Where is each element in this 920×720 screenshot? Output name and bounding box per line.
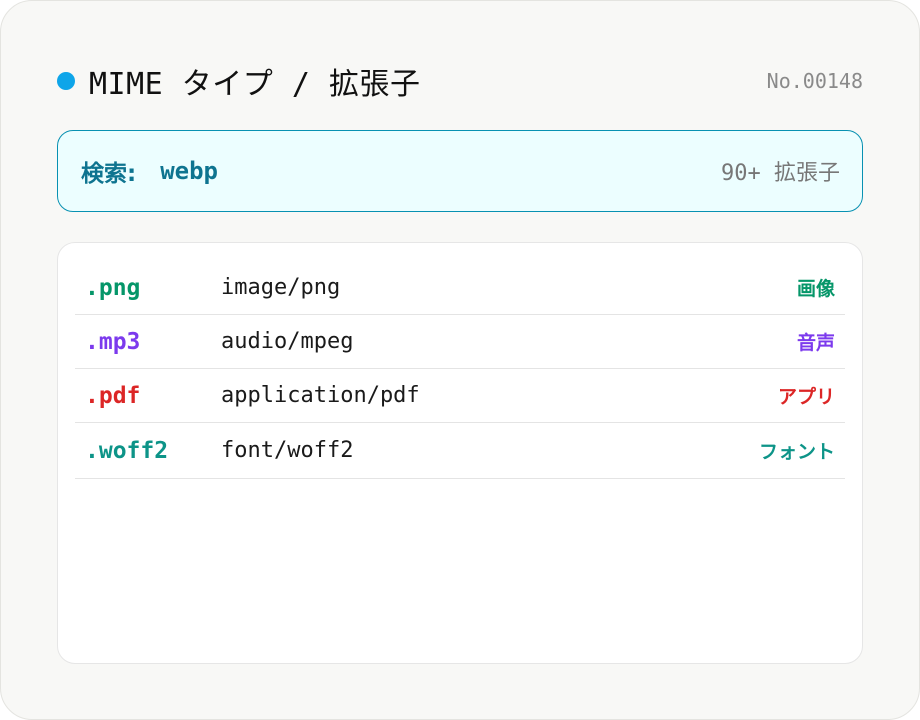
mime-type: audio/mpeg	[221, 329, 354, 354]
status-dot-icon	[57, 72, 75, 90]
mime-type: font/woff2	[221, 438, 354, 463]
mime-type: application/pdf	[221, 383, 420, 408]
list-item[interactable]: .pdf application/pdf アプリ	[75, 369, 845, 423]
results-panel: .png image/png 画像 .mp3 audio/mpeg 音声 .pd…	[57, 242, 863, 664]
search-label: 検索:	[81, 161, 137, 187]
category-badge: フォント	[758, 441, 835, 463]
title-wrap: MIME タイプ / 拡張子	[57, 59, 421, 103]
extension: .mp3	[85, 328, 141, 355]
extension: .woff2	[85, 437, 169, 464]
list-item[interactable]: .woff2 font/woff2 フォント	[75, 423, 845, 479]
category-badge: 音声	[796, 332, 835, 354]
list-item[interactable]: .mp3 audio/mpeg 音声	[75, 315, 845, 369]
category-badge: アプリ	[777, 386, 835, 408]
results-list: .png image/png 画像 .mp3 audio/mpeg 音声 .pd…	[75, 261, 845, 479]
page-title: MIME タイプ / 拡張子	[89, 67, 421, 102]
extension: .pdf	[85, 382, 141, 409]
category-badge: 画像	[796, 278, 835, 300]
search-box[interactable]: 検索: 90+ 拡張子	[57, 130, 863, 212]
mime-type: image/png	[221, 275, 341, 300]
extension-count: 90+ 拡張子	[721, 161, 840, 186]
search-input[interactable]	[160, 157, 461, 185]
header: MIME タイプ / 拡張子 No.00148	[57, 59, 863, 103]
mime-card: MIME タイプ / 拡張子 No.00148 検索: 90+ 拡張子 .png…	[0, 0, 920, 720]
record-number: No.00148	[766, 69, 863, 93]
extension: .png	[85, 274, 141, 301]
list-item[interactable]: .png image/png 画像	[75, 261, 845, 315]
search-left: 検索:	[81, 154, 461, 188]
